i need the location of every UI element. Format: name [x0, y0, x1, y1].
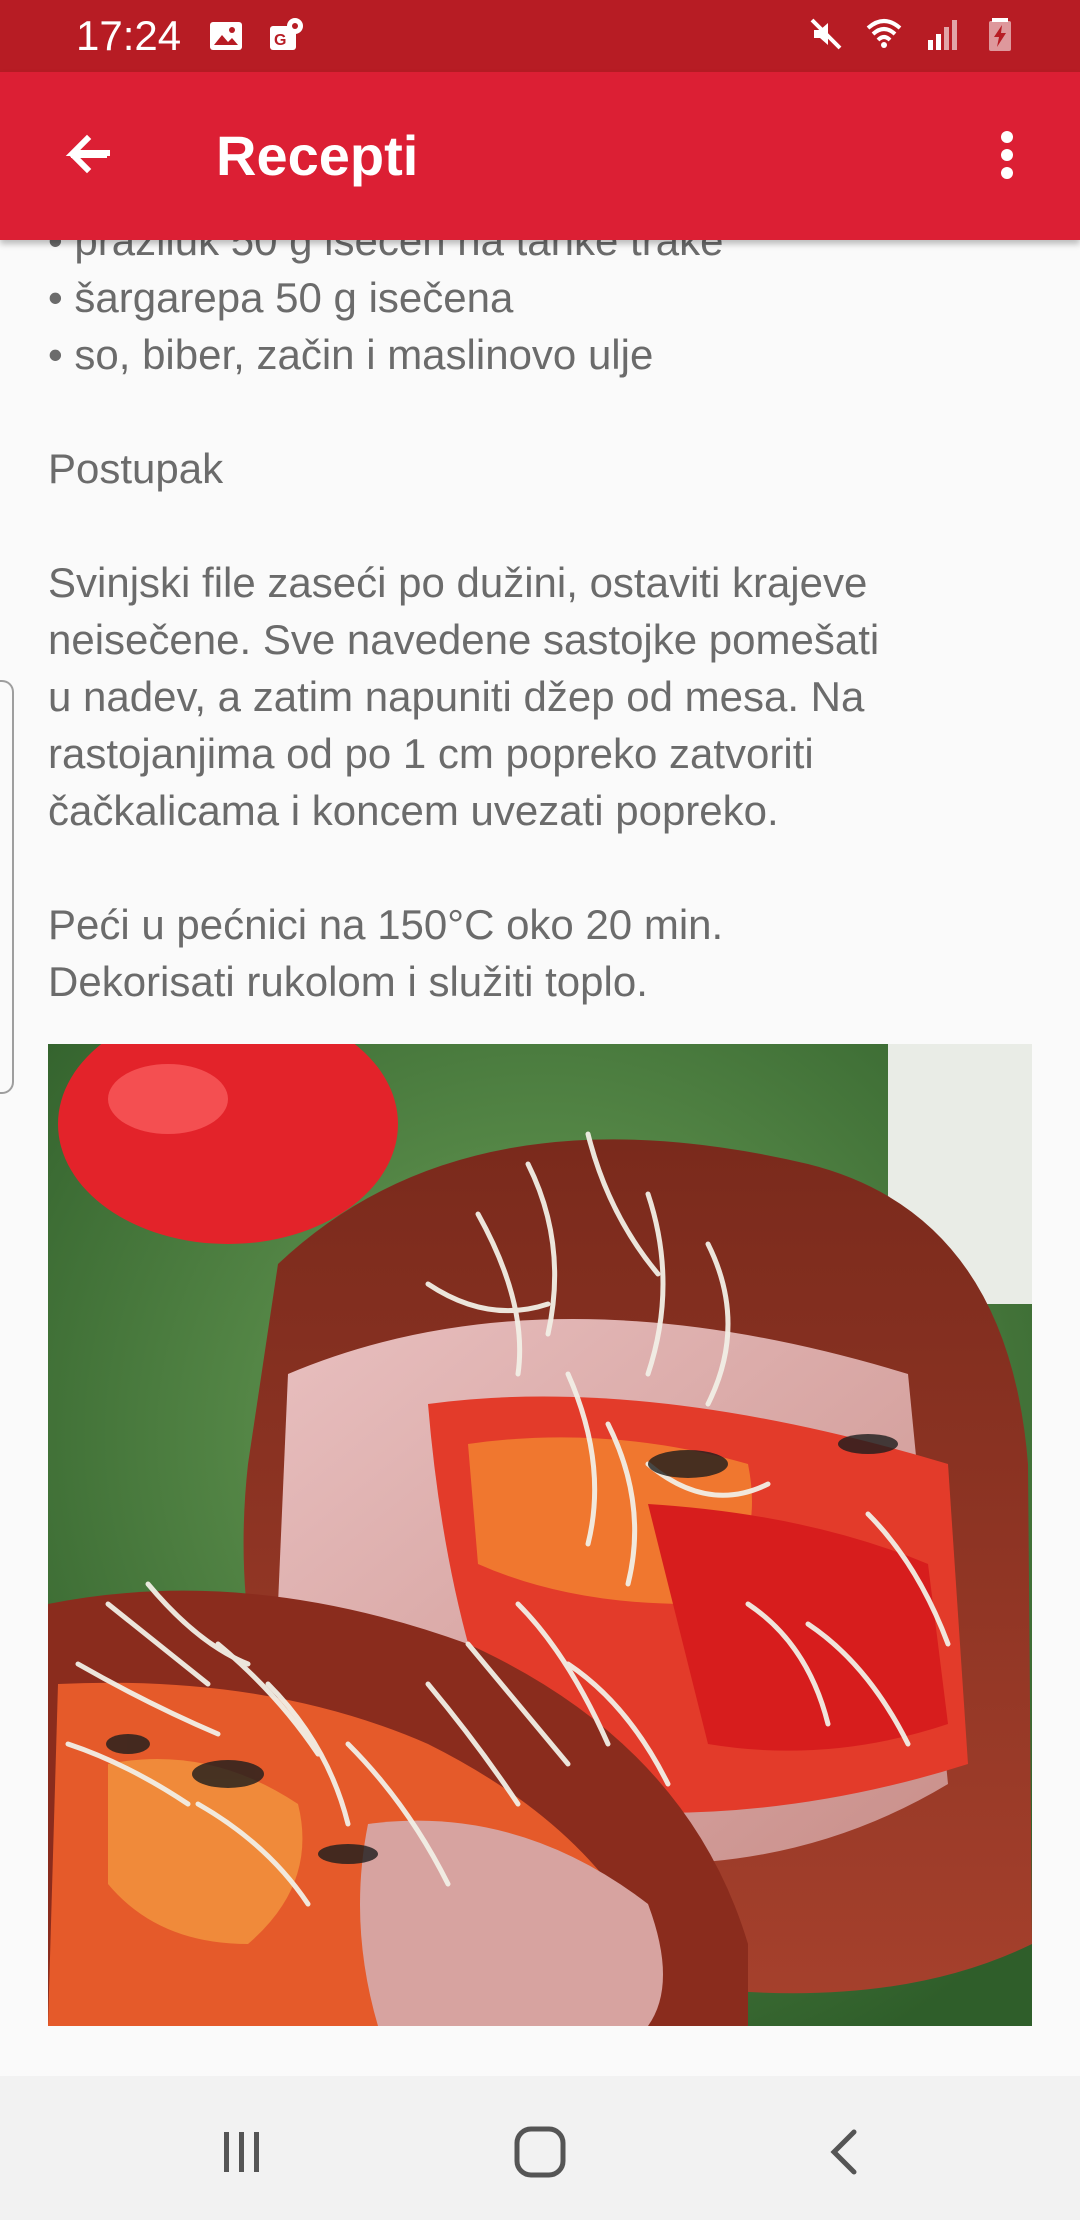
mute-icon: [810, 18, 842, 50]
svg-text:G: G: [274, 32, 286, 49]
home-button[interactable]: [500, 2112, 580, 2192]
back-nav-button[interactable]: [806, 2112, 886, 2192]
recipe-photo: [48, 1044, 1032, 2026]
back-button[interactable]: [44, 112, 130, 198]
battery-charging-icon: [989, 18, 1011, 51]
system-nav-bar: [0, 2076, 1080, 2220]
page-title: Recepti: [216, 124, 419, 187]
step-line: neisečene. Sve navedene sastojke pomešat…: [48, 616, 880, 663]
ingredient-item: • praziluk 50 g isečen na tanke trake: [48, 240, 724, 264]
ingredient-item: • šargarepa 50 g isečena: [48, 274, 514, 321]
more-options-button[interactable]: [964, 112, 1050, 198]
wifi-icon: [866, 19, 902, 48]
app-bar: Recepti: [0, 72, 1080, 240]
home-icon: [514, 2126, 566, 2178]
recent-apps-button[interactable]: [202, 2112, 282, 2192]
recipe-content[interactable]: • praziluk 50 g isečen na tanke trake • …: [0, 240, 1080, 2076]
step-line: Dekorisati rukolom i služiti toplo.: [48, 958, 648, 1005]
step-line: Svinjski file zaseći po dužini, ostaviti…: [48, 559, 868, 606]
edge-panel-handle[interactable]: [0, 680, 14, 1094]
status-time: 17:24: [76, 12, 182, 59]
step-line: u nadev, a zatim napuniti džep od mesa. …: [48, 673, 865, 720]
step-line: rastojanjima od po 1 cm popreko zatvorit…: [48, 730, 814, 777]
recent-apps-icon: [224, 2132, 259, 2172]
signal-icon: [928, 20, 957, 50]
status-bar: 17:24 G: [0, 0, 1080, 72]
location-notification-icon: G: [270, 18, 303, 50]
arrow-back-icon: [65, 134, 110, 174]
recipe-screen: 17:24 G Recepti • praziluk 50 g isečen n…: [0, 0, 1080, 2220]
section-heading: Postupak: [48, 445, 224, 492]
step-line: čačkalicama i koncem uvezati popreko.: [48, 787, 779, 834]
more-vert-icon: [1001, 131, 1013, 179]
recipe-text: • praziluk 50 g isečen na tanke trake • …: [48, 240, 1048, 1010]
ingredient-item: • so, biber, začin i maslinovo ulje: [48, 331, 654, 378]
step-line: Peći u pećnici na 150°C oko 20 min.: [48, 901, 724, 948]
back-icon: [830, 2129, 857, 2175]
gallery-icon: [210, 22, 242, 50]
